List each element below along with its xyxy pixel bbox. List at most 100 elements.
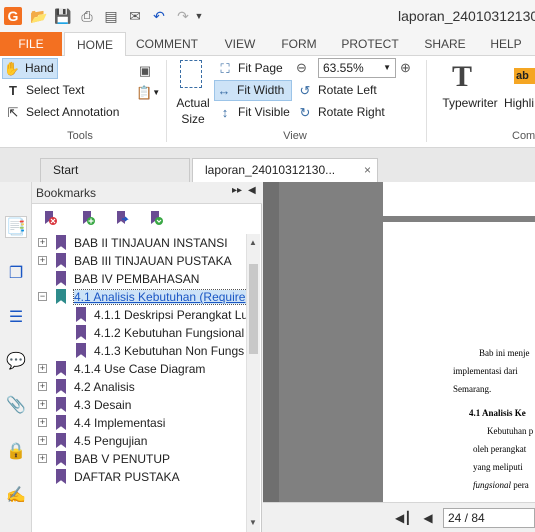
close-icon[interactable]: × — [364, 159, 371, 181]
bookmarks-scrollbar[interactable]: ▲ ▼ — [246, 234, 260, 532]
clipboard-button[interactable]: 📋 ▼ — [136, 82, 160, 103]
document-canvas[interactable]: Bab ini menje implementasi dari Semarang… — [263, 182, 535, 532]
scrollbar-thumb[interactable] — [249, 264, 258, 354]
bookmark-item[interactable]: +4.4 Implementasi — [32, 414, 246, 432]
select-annotation-button[interactable]: ⇱ Select Annotation — [4, 102, 120, 123]
zoom-out-icon[interactable]: ⊖ — [296, 60, 312, 76]
expand-icon[interactable]: + — [38, 454, 47, 463]
bookmark-label: BAB V PENUTUP — [74, 452, 171, 466]
hand-tool-button[interactable]: ✋ Hand — [2, 58, 58, 79]
redo-icon[interactable]: ↷ — [174, 7, 192, 25]
hand-label: Hand — [25, 61, 54, 75]
fit-page-button[interactable]: ⛶ Fit Page — [216, 58, 282, 79]
expand-icon[interactable]: + — [38, 364, 47, 373]
bookmark-item[interactable]: 4.1.1 Deskripsi Perangkat Lu — [32, 306, 246, 324]
rotate-left-button[interactable]: ↺ Rotate Left — [296, 80, 377, 101]
fit-visible-button[interactable]: ↕ Fit Visible — [216, 102, 290, 123]
bookmark-label: 4.1.2 Kebutuhan Fungsional — [94, 326, 245, 340]
tab-comment[interactable]: COMMENT — [130, 32, 204, 56]
expand-bookmark-icon[interactable] — [148, 210, 164, 226]
tab-view[interactable]: VIEW — [218, 32, 262, 56]
scroll-up-icon[interactable]: ▲ — [249, 238, 257, 247]
signature-panel-icon[interactable]: ✍ — [5, 484, 27, 506]
expand-icon[interactable]: + — [38, 436, 47, 445]
bookmark-item[interactable]: − 4.1 Analisis Kebutuhan (Require — [32, 288, 246, 306]
security-lock-icon[interactable]: 🔒 — [5, 440, 27, 462]
add-bookmark-icon[interactable] — [80, 210, 96, 226]
scroll-down-icon[interactable]: ▼ — [249, 518, 257, 527]
zoom-select[interactable]: 63.55% ▼ — [318, 58, 396, 78]
bookmark-item[interactable]: 4.1.3 Kebutuhan Non Fungs — [32, 342, 246, 360]
bookmark-item[interactable]: +4.2 Analisis — [32, 378, 246, 396]
comments-panel-icon[interactable]: 💬 — [5, 350, 27, 372]
bookmark-item[interactable]: +4.3 Desain — [32, 396, 246, 414]
bookmark-item[interactable]: DAFTAR PUSTAKA — [32, 468, 246, 486]
expand-icon[interactable]: + — [38, 382, 47, 391]
bookmark-label: DAFTAR PUSTAKA — [74, 470, 180, 484]
bookmark-label: 4.2 Analisis — [74, 380, 135, 394]
bookmark-item[interactable]: +4.5 Pengujian — [32, 432, 246, 450]
tab-form[interactable]: FORM — [274, 32, 324, 56]
collapse-icon[interactable]: − — [38, 292, 47, 301]
document-tabs: Start laporan_24010312130... × — [0, 148, 535, 182]
print-icon[interactable]: ⎙ — [78, 7, 96, 25]
bookmarks-panel-icon[interactable]: 📑 — [5, 216, 27, 238]
delete-bookmark-icon[interactable] — [42, 210, 58, 226]
collapse-panel-icon[interactable]: ▸▸ — [232, 185, 242, 196]
bookmark-item[interactable]: + BAB III TINJAUAN PUSTAKA — [32, 252, 246, 270]
doc-text-line: fungsional pera — [473, 480, 529, 490]
tab-file[interactable]: FILE — [0, 32, 62, 56]
bookmark-item[interactable]: + BAB V PENUTUP — [32, 450, 246, 468]
group-divider — [426, 60, 427, 142]
undo-icon[interactable]: ↶ — [150, 7, 168, 25]
tab-start[interactable]: Start — [40, 158, 190, 182]
zoom-in-icon[interactable]: ⊕ — [400, 60, 416, 76]
expand-icon[interactable]: + — [38, 418, 47, 427]
tab-start-label: Start — [53, 163, 79, 177]
highlight-button[interactable]: ab Highli — [504, 58, 535, 118]
hide-panel-icon[interactable]: ◀ — [248, 185, 256, 196]
open-folder-icon[interactable]: 📂 — [30, 7, 48, 25]
bookmark-icon — [56, 253, 66, 268]
bookmark-label: 4.1 Analisis Kebutuhan (Require — [72, 289, 246, 305]
bookmark-item[interactable]: +4.1.4 Use Case Diagram — [32, 360, 246, 378]
select-text-icon: T — [9, 83, 17, 98]
attachments-panel-icon[interactable]: 📎 — [5, 394, 27, 416]
email-icon[interactable]: ✉ — [126, 7, 144, 25]
typewriter-button[interactable]: T Typewriter — [434, 58, 506, 118]
bookmark-icon — [56, 451, 66, 466]
tab-share[interactable]: SHARE — [418, 32, 472, 56]
page-number-field[interactable]: 24 / 84 — [443, 508, 535, 528]
pages-panel-icon[interactable]: ❐ — [5, 262, 27, 284]
rotate-right-button[interactable]: ↻ Rotate Right — [296, 102, 385, 123]
tab-protect[interactable]: PROTECT — [336, 32, 404, 56]
bookmark-item[interactable]: BAB IV PEMBAHASAN — [32, 270, 246, 288]
expand-icon[interactable]: + — [38, 238, 47, 247]
previous-page-icon[interactable]: ◀ — [421, 511, 435, 525]
customize-toolbar-icon[interactable]: ▼ — [194, 7, 204, 25]
select-text-button[interactable]: T Select Text — [4, 80, 84, 101]
snapshot-button[interactable]: ▣ — [136, 60, 154, 81]
expand-icon[interactable]: + — [38, 256, 47, 265]
rotate-left-icon: ↺ — [299, 83, 311, 98]
tab-help[interactable]: HELP — [484, 32, 528, 56]
bookmark-item[interactable]: 4.1.2 Kebutuhan Fungsional — [32, 324, 246, 342]
app-logo-icon: G — [4, 7, 22, 25]
layers-panel-icon[interactable]: ☰ — [5, 306, 27, 328]
bookmark-item[interactable]: + BAB II TINJAUAN INSTANSI — [32, 234, 246, 252]
save-icon[interactable]: 💾 — [54, 7, 72, 25]
actual-size-button[interactable]: Actual Size — [174, 58, 212, 128]
fit-visible-icon: ↕ — [221, 105, 229, 120]
doc-text-line: implementasi dari — [453, 366, 518, 376]
expand-icon[interactable]: + — [38, 400, 47, 409]
properties-icon[interactable]: ▤ — [102, 7, 120, 25]
tab-home[interactable]: HOME — [64, 32, 126, 57]
go-to-bookmark-icon[interactable] — [114, 210, 130, 226]
bookmark-icon — [56, 379, 66, 394]
first-page-icon[interactable]: ◀┃ — [395, 511, 411, 525]
bookmark-icon — [56, 361, 66, 376]
tab-document[interactable]: laporan_24010312130... × — [192, 158, 378, 182]
bookmark-icon — [76, 343, 86, 358]
fit-width-button[interactable]: ↔ Fit Width — [214, 80, 292, 101]
navigation-toolbar: 📑 ❐ ☰ 💬 📎 🔒 ✍ — [0, 182, 32, 532]
